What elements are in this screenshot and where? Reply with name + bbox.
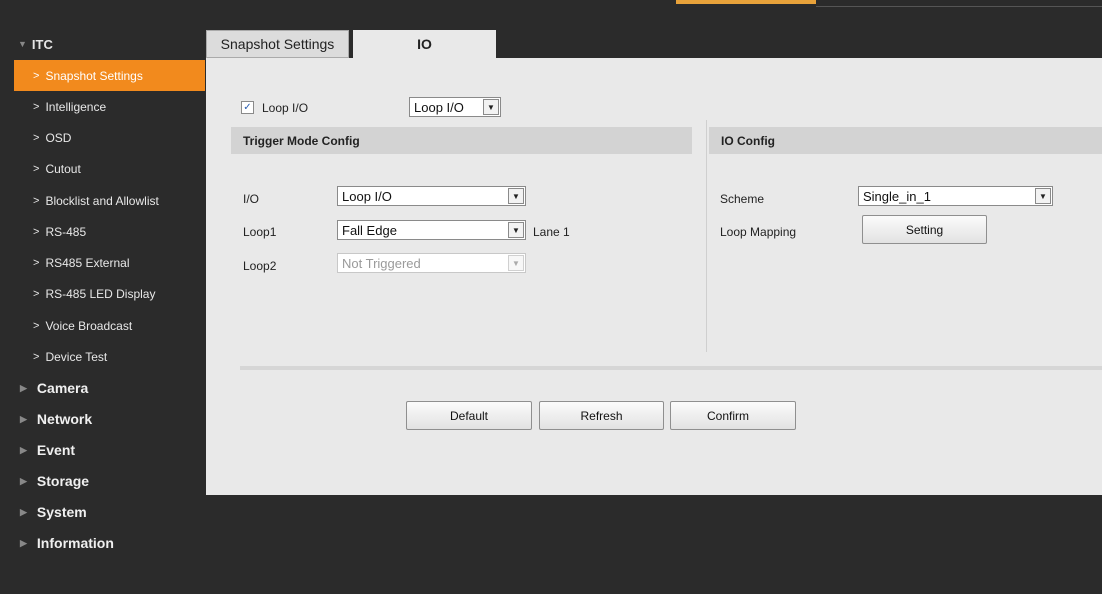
sidebar-group-information[interactable]: ▶ Information [0, 528, 205, 559]
sidebar-item-rs485[interactable]: > RS-485 [0, 216, 205, 247]
chevron-right-icon: > [33, 351, 40, 364]
checkmark-icon: ✓ [243, 102, 252, 113]
select-value: Not Triggered [342, 255, 421, 271]
loop1-select[interactable]: Fall Edge ▼ [337, 220, 526, 240]
sidebar-group-label: Information [36, 535, 114, 552]
chevron-right-icon: > [33, 131, 40, 144]
chevron-right-icon: > [33, 319, 40, 332]
top-accent-bar [676, 0, 816, 4]
scheme-label: Scheme [720, 192, 765, 206]
trigger-mode-config-header: Trigger Mode Config [231, 127, 692, 154]
sidebar-group-event[interactable]: ▶ Event [0, 435, 205, 466]
loop1-label: Loop1 [243, 225, 277, 239]
triangle-right-icon: ▶ [20, 475, 27, 486]
triangle-right-icon: ▶ [20, 382, 27, 393]
sidebar-item-device-test[interactable]: > Device Test [0, 341, 205, 372]
refresh-button[interactable]: Refresh [539, 401, 664, 430]
chevron-right-icon: > [33, 163, 40, 176]
loop1-lane-label: Lane 1 [533, 225, 570, 239]
io-label: I/O [243, 192, 260, 206]
select-value: Fall Edge [342, 222, 397, 238]
sidebar-item-rs485-external[interactable]: > RS485 External [0, 247, 205, 278]
sidebar-group-label: Event [36, 442, 76, 459]
sidebar-group-label: Network [36, 411, 93, 428]
sidebar-group-label: System [36, 504, 87, 521]
chevron-right-icon: > [33, 194, 40, 207]
sidebar-item-intelligence[interactable]: > Intelligence [0, 91, 205, 122]
loop2-label: Loop2 [243, 259, 277, 273]
vertical-divider [706, 120, 707, 352]
scheme-select[interactable]: Single_in_1 ▼ [858, 186, 1053, 206]
triangle-right-icon: ▶ [20, 413, 27, 424]
loop-mapping-label: Loop Mapping [720, 225, 797, 239]
sidebar-item-label: Cutout [45, 162, 81, 177]
sidebar-group-label: Camera [36, 380, 89, 397]
chevron-right-icon: > [33, 288, 40, 301]
tab-snapshot-settings[interactable]: Snapshot Settings [206, 30, 349, 58]
triangle-right-icon: ▶ [20, 537, 27, 548]
loop-io-checkbox[interactable]: ✓ [241, 101, 254, 114]
select-value: Loop I/O [342, 188, 392, 204]
sidebar-item-snapshot-settings[interactable]: > Snapshot Settings [14, 60, 205, 91]
content-panel: Snapshot Settings IO ✓ Loop I/O Loop I/O… [206, 26, 1102, 495]
default-button[interactable]: Default [406, 401, 532, 430]
loop-io-checkbox-label: Loop I/O [262, 101, 309, 115]
select-value: Loop I/O [414, 99, 464, 115]
horizontal-divider [240, 366, 1102, 370]
triangle-right-icon: ▶ [20, 444, 27, 455]
tab-bar: Snapshot Settings IO [206, 26, 1102, 58]
sidebar-group-network[interactable]: ▶ Network [0, 404, 205, 435]
sidebar-section-itc[interactable]: ▼ ITC [0, 28, 205, 60]
sidebar-item-label: RS-485 [45, 224, 87, 239]
select-value: Single_in_1 [863, 188, 931, 204]
chevron-right-icon: > [33, 69, 40, 82]
sidebar-group-storage[interactable]: ▶ Storage [0, 466, 205, 497]
sidebar-item-label: RS485 External [45, 256, 130, 271]
sidebar-item-label: Snapshot Settings [45, 68, 143, 83]
confirm-button[interactable]: Confirm [670, 401, 796, 430]
dropdown-arrow-icon: ▼ [483, 99, 499, 115]
sidebar-item-blocklist-allowlist[interactable]: > Blocklist and Allowlist [0, 185, 205, 216]
triangle-down-icon: ▼ [18, 39, 27, 49]
chevron-right-icon: > [33, 100, 40, 113]
sidebar-item-label: RS-485 LED Display [45, 287, 156, 302]
sidebar-item-voice-broadcast[interactable]: > Voice Broadcast [0, 310, 205, 341]
sidebar: ▼ ITC > Snapshot Settings > Intelligence… [0, 28, 205, 559]
dropdown-arrow-icon: ▼ [1035, 188, 1051, 204]
sidebar-item-label: Blocklist and Allowlist [45, 193, 159, 208]
sidebar-group-label: Storage [36, 473, 90, 490]
chevron-right-icon: > [33, 225, 40, 238]
sidebar-item-label: Device Test [45, 350, 108, 365]
sidebar-item-label: Intelligence [45, 99, 107, 114]
sidebar-item-osd[interactable]: > OSD [0, 122, 205, 153]
loop2-select: Not Triggered ▼ [337, 253, 526, 273]
sidebar-item-label: OSD [45, 130, 72, 145]
io-select[interactable]: Loop I/O ▼ [337, 186, 526, 206]
top-divider [816, 6, 1102, 7]
sidebar-group-camera[interactable]: ▶ Camera [0, 373, 205, 404]
sidebar-group-system[interactable]: ▶ System [0, 497, 205, 528]
dropdown-arrow-icon: ▼ [508, 222, 524, 238]
loop-io-select[interactable]: Loop I/O ▼ [409, 97, 501, 117]
sidebar-item-cutout[interactable]: > Cutout [0, 154, 205, 185]
triangle-right-icon: ▶ [20, 506, 27, 517]
top-strip [0, 0, 1102, 10]
chevron-right-icon: > [33, 257, 40, 270]
dropdown-arrow-icon: ▼ [508, 255, 524, 271]
tab-io[interactable]: IO [353, 30, 496, 58]
loop-mapping-setting-button[interactable]: Setting [862, 215, 987, 244]
io-config-header: IO Config [709, 127, 1102, 154]
sidebar-item-rs485-led-display[interactable]: > RS-485 LED Display [0, 279, 205, 310]
sidebar-section-label: ITC [31, 36, 53, 52]
sidebar-item-label: Voice Broadcast [45, 318, 133, 333]
dropdown-arrow-icon: ▼ [508, 188, 524, 204]
